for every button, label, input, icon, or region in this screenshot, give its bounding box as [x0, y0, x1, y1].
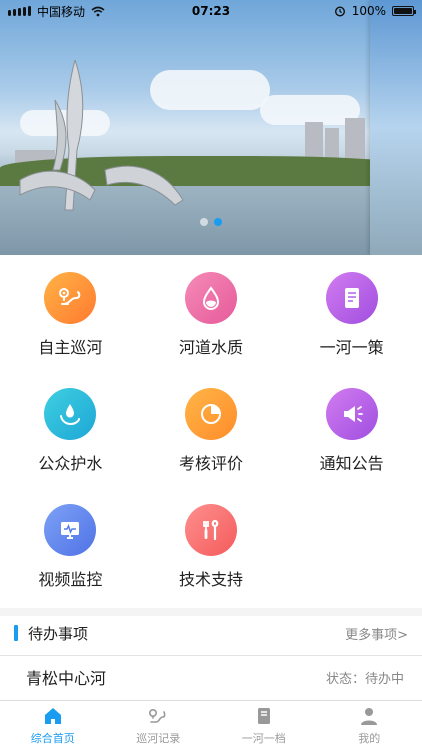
divider: [0, 655, 422, 656]
pending-item[interactable]: 青松中心河 状态：待办中: [0, 662, 422, 692]
feature-tile-river-policy[interactable]: 一河一策: [281, 272, 422, 358]
signal-icon: [8, 6, 31, 16]
feature-label: 河道水质: [178, 338, 243, 357]
tab-bar: 综合首页 巡河记录 一河一档 我的: [0, 700, 422, 750]
feature-tile-tech-support[interactable]: 技术支持: [141, 504, 282, 590]
user-icon: [361, 708, 378, 725]
carousel-dot-active[interactable]: [214, 218, 222, 226]
feature-label: 技术支持: [178, 570, 243, 589]
battery-percent: 100%: [351, 4, 386, 18]
wifi-icon: [91, 6, 105, 16]
section-divider: [0, 608, 422, 616]
feature-grid: 自主巡河 河道水质 一河一策 公众护水 考核评价 通知公告 视频监控 技术支持: [0, 272, 422, 590]
water-drop-icon: [184, 272, 237, 324]
megaphone-icon: [325, 388, 378, 440]
tab-label: 一河一档: [241, 732, 286, 745]
feature-label: 考核评价: [178, 454, 243, 473]
next-slide-preview[interactable]: [370, 0, 422, 255]
tab-label: 我的: [358, 732, 381, 745]
pending-item-status: 状态：待办中: [325, 671, 404, 687]
feature-label: 一河一策: [319, 338, 384, 357]
tab-label: 综合首页: [30, 732, 75, 745]
tools-icon: [184, 504, 237, 556]
home-icon: [44, 708, 61, 724]
building-decoration: [345, 118, 365, 162]
pending-header: 待办事项 更多事项>: [0, 618, 422, 648]
feature-tile-assessment[interactable]: 考核评价: [141, 388, 282, 474]
feature-tile-public-protection[interactable]: 公众护水: [0, 388, 141, 474]
battery-icon: [392, 6, 416, 16]
alarm-icon: [334, 6, 345, 17]
section-accent-bar: [14, 625, 18, 641]
feature-tile-water-quality[interactable]: 河道水质: [141, 272, 282, 358]
route-record-icon: [149, 709, 166, 723]
feature-tile-patrol[interactable]: 自主巡河: [0, 272, 141, 358]
feature-label: 视频监控: [38, 570, 103, 589]
tab-label: 巡河记录: [136, 732, 181, 745]
route-icon: [44, 272, 97, 324]
tab-patrol-records[interactable]: 巡河记录: [106, 701, 212, 750]
dolphin-sculpture-image: [19, 60, 184, 211]
more-pending-link[interactable]: 更多事项>: [345, 624, 408, 643]
monitor-icon: [44, 504, 97, 556]
feature-label: 自主巡河: [38, 338, 103, 357]
pending-title: 待办事项: [28, 624, 89, 643]
feature-label: 公众护水: [38, 454, 103, 473]
clock-time: 07:23: [191, 4, 231, 18]
feature-label: 通知公告: [319, 454, 384, 473]
hand-drop-icon: [44, 388, 97, 440]
pending-item-name: 青松中心河: [26, 669, 107, 688]
carrier-label: 中国移动: [37, 4, 86, 19]
pie-chart-icon: [184, 388, 237, 440]
feature-tile-notices[interactable]: 通知公告: [281, 388, 422, 474]
banner-carousel[interactable]: [0, 0, 422, 255]
document-icon: [325, 272, 378, 324]
tab-home[interactable]: 综合首页: [0, 701, 106, 750]
tab-mine[interactable]: 我的: [317, 701, 422, 750]
carousel-indicator: [200, 218, 222, 226]
archive-icon: [257, 708, 270, 724]
carousel-dot[interactable]: [200, 218, 208, 226]
tab-river-archive[interactable]: 一河一档: [211, 701, 317, 750]
status-bar: 中国移动 07:23 100%: [0, 0, 422, 22]
feature-tile-video-monitor[interactable]: 视频监控: [0, 504, 141, 590]
